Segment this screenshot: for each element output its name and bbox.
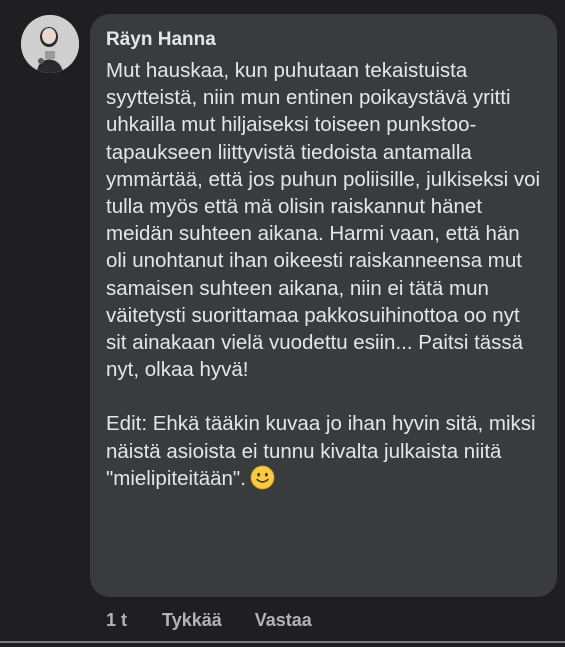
comment-actions: 1 t Tykkää Vastaa [106, 609, 340, 631]
comment-timestamp[interactable]: 1 t [106, 610, 127, 630]
comment-edit-note: Edit: Ehkä tääkin kuvaa jo ihan hyvin si… [106, 410, 541, 492]
slightly-smiling-face-icon [250, 465, 275, 490]
profile-photo [21, 15, 79, 73]
like-button[interactable]: Tykkää [162, 610, 222, 630]
comment-bubble: Räyn Hanna Mut hauskaa, kun puhutaan tek… [90, 14, 557, 597]
comment-body: Mut hauskaa, kun puhutaan tekaistuista s… [106, 59, 541, 382]
reply-button[interactable]: Vastaa [255, 610, 312, 630]
avatar[interactable] [21, 15, 79, 73]
comment-author[interactable]: Räyn Hanna [106, 29, 541, 51]
comment-text: Mut hauskaa, kun puhutaan tekaistuista s… [106, 57, 541, 492]
divider [0, 641, 565, 643]
comment-edit-text: Edit: Ehkä tääkin kuvaa jo ihan hyvin si… [106, 412, 536, 490]
